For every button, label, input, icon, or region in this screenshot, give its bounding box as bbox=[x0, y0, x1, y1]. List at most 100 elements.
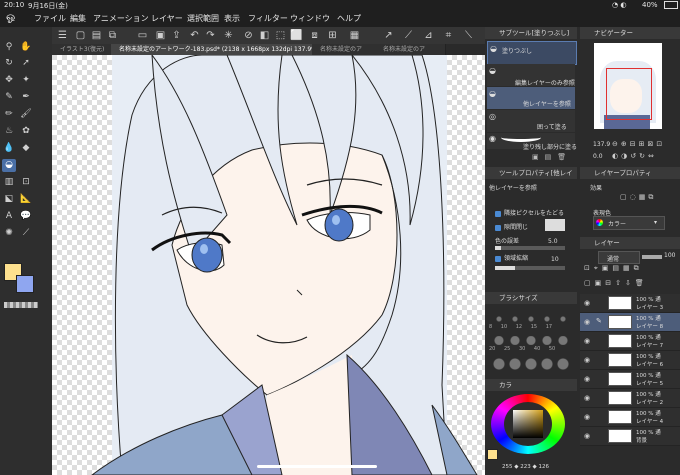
copy-icon[interactable]: ⧉ bbox=[106, 29, 119, 42]
tab-untitled-1[interactable]: 名称未設定のア bbox=[312, 44, 383, 55]
eye-icon[interactable]: ◉ bbox=[584, 337, 590, 345]
clear-icon[interactable]: ⊘ bbox=[242, 29, 255, 42]
navigator-zoom[interactable]: 137.9 bbox=[593, 141, 610, 148]
navigator-angle[interactable]: 0.0 bbox=[593, 153, 603, 160]
sub-tool-fill[interactable]: ◒ 塗りつぶし bbox=[487, 41, 577, 65]
color-margin-value[interactable]: 5.0 bbox=[548, 238, 558, 245]
layer-toolbar-row1[interactable]: ⊡⌖▣▤▦⧉ bbox=[584, 264, 678, 274]
menu-help[interactable]: ヘルプ bbox=[337, 13, 361, 24]
sub-tool-actions[interactable]: ▣▤🗑 bbox=[532, 153, 576, 162]
layer-row[interactable]: ◉ 100 % 通レイヤー 4 bbox=[580, 408, 680, 427]
option-close-gap[interactable]: 隙間閉じ bbox=[495, 222, 528, 231]
eye-icon[interactable]: ◉ bbox=[584, 375, 590, 383]
layer-row[interactable]: ◉ 100 % 通レイヤー 3 bbox=[580, 294, 680, 313]
open-icon[interactable]: ▤ bbox=[90, 29, 103, 42]
correct-line-icon[interactable]: ✺ bbox=[2, 227, 16, 240]
pencil-icon[interactable]: ✏ bbox=[2, 108, 16, 121]
save-icon[interactable]: ▣ bbox=[154, 29, 167, 42]
deselect-icon[interactable]: ⬜ bbox=[290, 29, 303, 42]
layer-row[interactable]: ◉ 100 % 通背景 bbox=[580, 427, 680, 446]
pen-icon[interactable]: ✒ bbox=[19, 91, 33, 104]
eraser-icon[interactable]: ◆ bbox=[19, 142, 33, 155]
menu-file[interactable]: ファイル bbox=[34, 13, 66, 24]
brush-size-grid[interactable]: 8 10 12 15 17 20 25 30 40 50 bbox=[487, 306, 575, 376]
blend-mode-select[interactable]: 通常 bbox=[598, 251, 640, 264]
opacity-slider[interactable] bbox=[642, 255, 662, 259]
layer-row[interactable]: ◉ 100 % 通レイヤー 7 bbox=[580, 332, 680, 351]
eye-icon[interactable]: ◉ bbox=[584, 299, 590, 307]
expand-value[interactable]: 10 bbox=[551, 256, 559, 263]
option-expand-area[interactable]: 領域拡縮 bbox=[495, 253, 528, 262]
layer-row[interactable]: ◉ 100 % 通レイヤー 2 bbox=[580, 389, 680, 408]
tab-artwork-183[interactable]: 名称未設定のアートワーク-183.psd* (2138 x 1668px 132… bbox=[111, 44, 320, 55]
sub-color-swatch[interactable] bbox=[16, 275, 34, 293]
menu-icon[interactable]: ☰ bbox=[56, 29, 69, 42]
airbrush-icon[interactable]: ♨ bbox=[2, 125, 16, 138]
layer-row[interactable]: ◉ 100 % 通レイヤー 6 bbox=[580, 351, 680, 370]
eye-icon[interactable]: ◉ bbox=[584, 394, 590, 402]
option-follow-adjacent[interactable]: 隣接ピクセルをたどる bbox=[495, 208, 564, 217]
transparent-swatch[interactable] bbox=[4, 302, 38, 308]
redo-icon[interactable]: ↷ bbox=[204, 29, 217, 42]
line-icon[interactable]: ⟋ bbox=[19, 227, 33, 240]
snap-ruler-icon[interactable]: ⊿ bbox=[422, 29, 435, 42]
operation-icon[interactable]: ➚ bbox=[19, 57, 33, 70]
opacity-value[interactable]: 100 bbox=[664, 252, 675, 259]
tab-illust3[interactable]: イラスト3(復元) bbox=[52, 44, 119, 55]
gradient-icon[interactable]: ▥ bbox=[2, 176, 16, 189]
snap-grid-icon[interactable]: ⌗ bbox=[442, 29, 455, 42]
invert-selection-icon[interactable]: ⧈ bbox=[308, 29, 321, 42]
color-margin-slider[interactable] bbox=[495, 246, 565, 250]
eye-icon[interactable]: ◉ bbox=[584, 432, 590, 440]
color-wheel[interactable] bbox=[491, 394, 565, 454]
eye-icon[interactable]: ◉ bbox=[584, 413, 590, 421]
expression-select[interactable]: カラー ▾ bbox=[593, 216, 665, 230]
fill-tool-icon[interactable]: ◒ bbox=[2, 159, 16, 172]
layer-row[interactable]: ◉ ✎ 100 % 通レイヤー 8 bbox=[580, 313, 680, 332]
sub-tool-refer-other[interactable]: ◒ 他レイヤーを参照 bbox=[487, 87, 575, 109]
fill-icon[interactable]: ◧ bbox=[258, 29, 271, 42]
sub-tool-enclose[interactable]: ◎ 囲って塗る bbox=[487, 110, 575, 132]
balloon-icon[interactable]: 💬 bbox=[19, 210, 33, 223]
menu-view[interactable]: 表示 bbox=[224, 13, 240, 24]
eye-icon[interactable]: ◉ bbox=[584, 356, 590, 364]
tab-untitled-2[interactable]: 名称未設定のア bbox=[375, 44, 446, 55]
expand-slider[interactable] bbox=[495, 266, 565, 270]
move-icon[interactable]: ✥ bbox=[2, 74, 16, 87]
decoration-icon[interactable]: ✿ bbox=[19, 125, 33, 138]
loading-icon[interactable]: ✳ bbox=[222, 29, 235, 42]
color-main-mini[interactable] bbox=[487, 449, 498, 460]
navigator-controls[interactable]: ⊖⊕⊟⊞⊠⊡ ◐◑↺↻⇔ bbox=[612, 138, 678, 162]
canvas[interactable] bbox=[52, 55, 485, 475]
eyedropper-icon[interactable]: ✎ bbox=[2, 91, 16, 104]
blend-icon[interactable]: 💧 bbox=[2, 142, 16, 155]
navigator-preview[interactable] bbox=[594, 43, 662, 129]
new-file-icon[interactable]: ▢ bbox=[74, 29, 87, 42]
layer-row[interactable]: ◉ 100 % 通レイヤー 5 bbox=[580, 370, 680, 389]
menu-edit[interactable]: 編集 bbox=[70, 13, 86, 24]
brush-icon[interactable]: 🖌 bbox=[19, 108, 33, 121]
undo-icon[interactable]: ↶ bbox=[188, 29, 201, 42]
menu-layer[interactable]: レイヤー bbox=[151, 13, 183, 24]
sub-tool-paint-unfilled[interactable]: ◉ 塗り残し部分に塗る bbox=[487, 133, 577, 151]
gap-size-preview[interactable] bbox=[545, 219, 565, 231]
app-logo-icon[interactable]: ஓ bbox=[6, 10, 15, 25]
figure-icon[interactable]: ⊡ bbox=[19, 176, 33, 189]
rotate-icon[interactable]: ↻ bbox=[2, 57, 16, 70]
zoom-icon[interactable]: ⚲ bbox=[2, 41, 16, 54]
eye-icon[interactable]: ◉ bbox=[584, 318, 590, 326]
ruler-tool-icon[interactable]: 📐 bbox=[19, 193, 33, 206]
transform-icon[interactable]: ⬚ bbox=[274, 29, 287, 42]
grid-icon[interactable]: ▦ bbox=[348, 29, 361, 42]
menu-animation[interactable]: アニメーション bbox=[93, 13, 149, 24]
menu-selection[interactable]: 選択範囲 bbox=[187, 13, 219, 24]
selection-icon[interactable]: ⊞ bbox=[326, 29, 339, 42]
sub-tool-edit-layer[interactable]: ◒ 編集レイヤーのみ参照 bbox=[487, 64, 575, 87]
effect-buttons[interactable]: ▢◌▦⧉ bbox=[620, 193, 672, 203]
text-icon[interactable]: A bbox=[2, 210, 16, 223]
frame-icon[interactable]: ⬕ bbox=[2, 193, 16, 206]
menu-window[interactable]: ウィンドウ bbox=[290, 13, 330, 24]
perspective-icon[interactable]: ⟋ bbox=[402, 29, 415, 42]
layer-toolbar-row2[interactable]: ▢▣⊟⇧⇩🗑 bbox=[584, 279, 678, 289]
menu-filter[interactable]: フィルター bbox=[248, 13, 288, 24]
